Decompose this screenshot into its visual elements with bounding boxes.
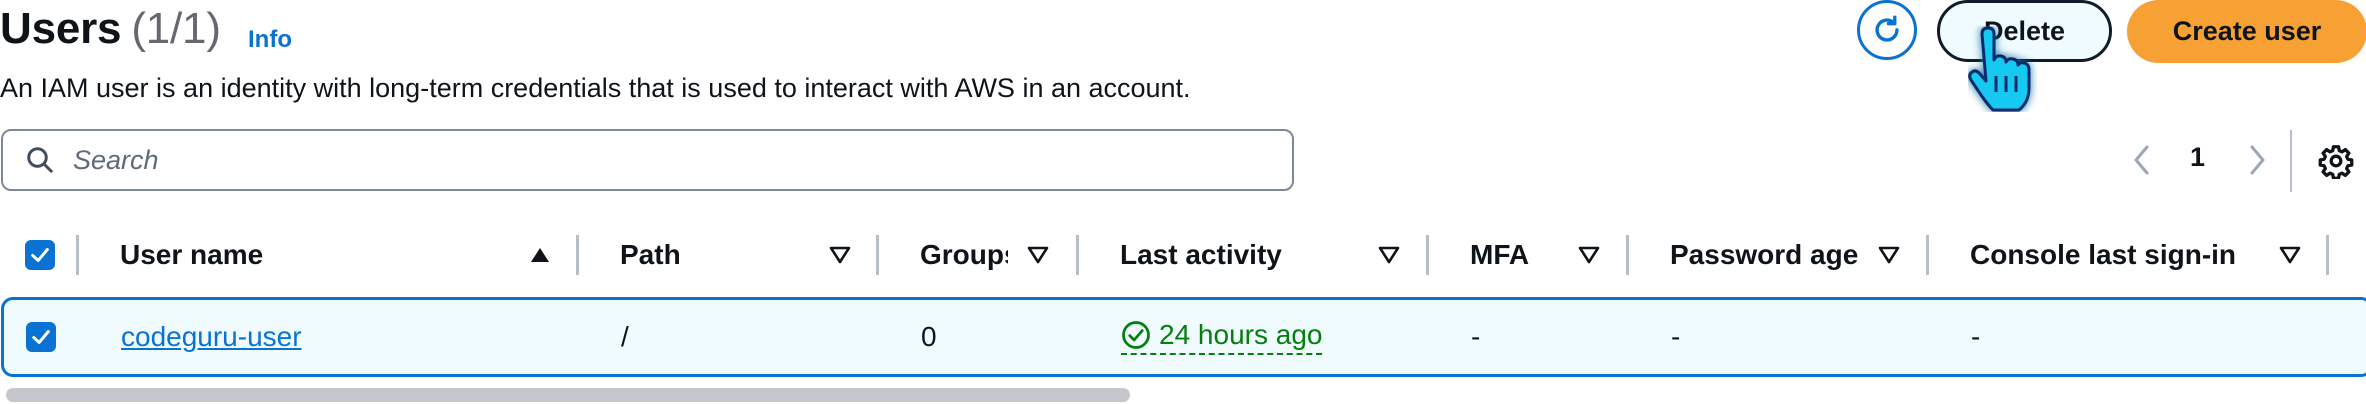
mfa-cell: - xyxy=(1471,321,1481,352)
user-name-cell: codeguru-user xyxy=(121,300,302,374)
row-select-cell xyxy=(26,300,56,374)
column-header-last-activity[interactable]: Last activity xyxy=(1120,225,1350,285)
search-input[interactable]: Search xyxy=(1,129,1294,191)
groups-cell: 0 xyxy=(921,321,937,352)
last-activity-value[interactable]: 24 hours ago xyxy=(1121,319,1323,355)
sort-icon[interactable] xyxy=(828,243,852,267)
column-separator xyxy=(1926,235,1929,275)
column-separator xyxy=(1426,235,1429,275)
hand-cursor-icon xyxy=(1968,26,2031,112)
password-age-cell: - xyxy=(1671,321,1681,352)
row-checkbox[interactable] xyxy=(26,322,56,352)
sort-icon[interactable] xyxy=(2278,243,2302,267)
page-title: Users (1/1) xyxy=(0,4,221,54)
page-description: An IAM user is an identity with long-ter… xyxy=(0,73,1191,103)
search-placeholder: Search xyxy=(73,144,159,175)
console-last-sign-in-cell: - xyxy=(1971,321,1981,352)
refresh-icon xyxy=(1875,15,1899,42)
sort-icon[interactable] xyxy=(1026,243,1050,267)
success-check-icon xyxy=(1122,321,1150,349)
last-activity-cell: 24 hours ago xyxy=(1121,300,1323,374)
last-activity-text: 24 hours ago xyxy=(1159,319,1323,350)
table-header: User name Path Groups Last activity MFA … xyxy=(0,225,2366,285)
column-header-password-age[interactable]: Password age xyxy=(1670,225,1880,285)
info-link[interactable]: Info xyxy=(248,26,292,54)
column-separator xyxy=(576,235,579,275)
column-separator xyxy=(76,235,79,275)
select-all-cell xyxy=(25,225,55,285)
column-separator xyxy=(2326,235,2329,275)
column-header-console-last-sign-in[interactable]: Console last sign-in xyxy=(1970,225,2270,285)
check-icon xyxy=(31,248,49,262)
create-user-button[interactable]: Create user xyxy=(2127,0,2366,63)
gear-icon[interactable] xyxy=(2318,143,2354,179)
horizontal-scrollbar[interactable] xyxy=(6,388,1130,402)
page-title-text: Users xyxy=(0,4,122,53)
path-cell: / xyxy=(621,321,629,352)
select-all-checkbox[interactable] xyxy=(25,240,55,270)
next-page-icon[interactable] xyxy=(2245,143,2269,177)
check-icon xyxy=(32,330,50,344)
column-header-user-name[interactable]: User name xyxy=(120,225,520,285)
user-count: (1/1) xyxy=(131,4,221,53)
column-header-path[interactable]: Path xyxy=(620,225,800,285)
sort-icon[interactable] xyxy=(1877,243,1901,267)
column-separator xyxy=(876,235,879,275)
column-header-groups[interactable]: Groups xyxy=(920,225,1008,285)
pagination-divider xyxy=(2290,130,2292,192)
sort-icon[interactable] xyxy=(1377,243,1401,267)
previous-page-icon[interactable] xyxy=(2130,143,2154,177)
column-separator xyxy=(1076,235,1079,275)
page-number[interactable]: 1 xyxy=(2190,142,2205,173)
sort-ascending-icon[interactable] xyxy=(528,243,552,267)
sort-icon[interactable] xyxy=(1577,243,1601,267)
column-header-mfa[interactable]: MFA xyxy=(1470,225,1570,285)
search-icon xyxy=(25,145,55,175)
table-row[interactable]: codeguru-user / 0 24 hours ago - - - xyxy=(1,297,2366,377)
user-name-link[interactable]: codeguru-user xyxy=(121,321,302,353)
refresh-button[interactable] xyxy=(1857,0,1917,60)
column-separator xyxy=(1626,235,1629,275)
